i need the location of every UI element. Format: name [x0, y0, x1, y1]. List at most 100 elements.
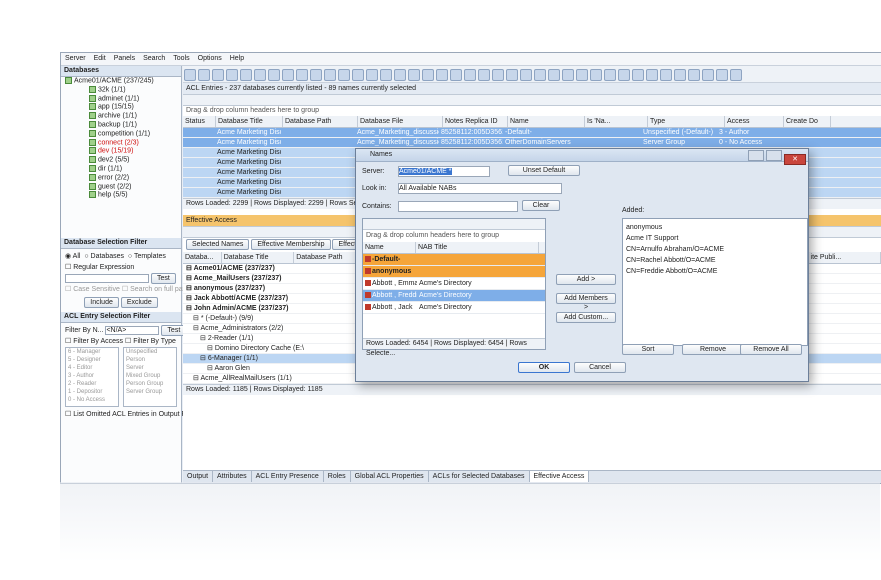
bottom-tab[interactable]: Roles	[324, 471, 351, 482]
tree-item[interactable]: backup (1/1)	[75, 120, 181, 130]
clear-button[interactable]: Clear	[522, 200, 560, 211]
name-row[interactable]: Abbott , Jack Acme's Directory	[363, 302, 545, 314]
regex-input[interactable]	[65, 273, 149, 283]
bottom-tab[interactable]: Effective Access	[529, 471, 590, 482]
added-list[interactable]: anonymous Acme IT Support CN=Arnulfo Abrah…	[622, 218, 808, 346]
expand-icon[interactable]: ⊟	[200, 355, 206, 362]
toolbar-button[interactable]	[618, 69, 630, 81]
column-header[interactable]: Database Title	[222, 252, 295, 263]
added-item[interactable]: CN=Freddie Abbott/O=ACME	[626, 266, 804, 277]
toolbar-button[interactable]	[646, 69, 658, 81]
access-list[interactable]: 6 - Manager 5 - Designer 4 - Editor 3 - Aut…	[65, 347, 119, 407]
tree-item[interactable]: competition (1/1)	[75, 129, 181, 139]
type-option[interactable]: Person	[126, 356, 176, 364]
toolbar-button[interactable]	[296, 69, 308, 81]
added-item[interactable]: CN=Rachel Abbott/O=ACME	[626, 255, 804, 266]
column-header[interactable]: Access	[725, 116, 784, 127]
bottom-tab[interactable]: Attributes	[213, 471, 252, 482]
toolbar-button[interactable]	[730, 69, 742, 81]
menu-panels[interactable]: Panels	[114, 55, 135, 62]
tree-item[interactable]: archive (1/1)	[75, 112, 181, 121]
toolbar-button[interactable]	[352, 69, 364, 81]
toolbar-button[interactable]	[674, 69, 686, 81]
server-select[interactable]: Acme01/ACME *	[398, 166, 490, 177]
name-row[interactable]: Abbott , Emma Acme's Directory	[363, 278, 545, 290]
menu-tools[interactable]: Tools	[173, 55, 189, 62]
toolbar-button[interactable]	[366, 69, 378, 81]
access-option[interactable]: 0 - No Access	[68, 396, 118, 404]
toolbar-button[interactable]	[450, 69, 462, 81]
tree-item[interactable]: error (2/2)	[75, 173, 181, 183]
checkbox-icon[interactable]	[89, 138, 96, 146]
name-row[interactable]: Abbott , Freddie Acme's Directory	[363, 290, 545, 302]
added-item[interactable]: anonymous	[626, 222, 804, 233]
expand-icon[interactable]: ⊟	[193, 375, 199, 382]
column-header[interactable]: Database Title	[216, 116, 283, 127]
access-option[interactable]: 6 - Manager	[68, 348, 118, 356]
access-option[interactable]: 1 - Depositor	[68, 388, 118, 396]
tree-item[interactable]: help (5/5)	[75, 191, 181, 200]
toolbar-button[interactable]	[394, 69, 406, 81]
column-header[interactable]: ite Publi...	[809, 252, 881, 263]
menu-server[interactable]: Server	[65, 55, 86, 62]
bottom-tab[interactable]: Output	[183, 471, 214, 482]
toolbar-button[interactable]	[254, 69, 266, 81]
menu-options[interactable]: Options	[198, 55, 222, 62]
expand-icon[interactable]: ⊟	[186, 265, 192, 272]
toolbar-button[interactable]	[240, 69, 252, 81]
access-option[interactable]: 2 - Reader	[68, 380, 118, 388]
name-row[interactable]: anonymous	[363, 266, 545, 278]
checkbox-icon[interactable]	[89, 173, 96, 181]
checkbox-icon[interactable]	[89, 182, 96, 190]
menu-help[interactable]: Help	[230, 55, 244, 62]
toolbar-button[interactable]	[324, 69, 336, 81]
access-option[interactable]: 5 - Designer	[68, 356, 118, 364]
tree-item[interactable]: connect (2/3)	[75, 138, 181, 148]
type-option[interactable]: Unspecified	[126, 348, 176, 356]
toolbar-button[interactable]	[590, 69, 602, 81]
toolbar-button[interactable]	[282, 69, 294, 81]
column-header[interactable]: Databa...	[183, 252, 222, 263]
toolbar-button[interactable]	[492, 69, 504, 81]
toolbar-button[interactable]	[310, 69, 322, 81]
column-header[interactable]: Is 'Na...	[585, 116, 648, 127]
added-item[interactable]: Acme IT Support	[626, 233, 804, 244]
full-path-checkbox[interactable]: ☐ Search on full path	[122, 286, 189, 293]
type-option[interactable]: Server	[126, 364, 176, 372]
toolbar-button[interactable]	[226, 69, 238, 81]
expand-icon[interactable]: ⊟	[200, 335, 206, 342]
tree-item[interactable]: 32k (1/1)	[75, 85, 181, 95]
access-option[interactable]: 4 - Editor	[68, 364, 118, 372]
expand-icon[interactable]: ⊟	[186, 295, 192, 302]
checkbox-icon[interactable]	[89, 103, 96, 111]
expand-icon[interactable]: ⊟	[193, 325, 199, 332]
column-header[interactable]: Name	[508, 116, 585, 127]
expand-icon[interactable]: ⊟	[186, 305, 192, 312]
bottom-tab[interactable]: ACL Entry Presence	[252, 471, 324, 482]
tree-item[interactable]: dev2 (5/5)	[75, 156, 181, 165]
column-header[interactable]: Database Path	[283, 116, 358, 127]
chip-effective-membership[interactable]: Effective Membership	[251, 239, 331, 250]
col-nab-title[interactable]: NAB Title	[416, 242, 539, 253]
toolbar-button[interactable]	[464, 69, 476, 81]
filter-by-type-checkbox[interactable]: ☐ Filter By Type	[125, 338, 176, 345]
expand-icon[interactable]: ⊟	[207, 365, 213, 372]
tree-item[interactable]: app (15/15)	[75, 103, 181, 112]
chip-selected-names[interactable]: Selected Names	[186, 239, 250, 250]
expand-icon[interactable]: ⊟	[186, 285, 192, 292]
tree-item[interactable]: guest (2/2)	[75, 182, 181, 192]
toolbar-button[interactable]	[198, 69, 210, 81]
toolbar-button[interactable]	[268, 69, 280, 81]
exclude-button[interactable]: Exclude	[120, 297, 158, 308]
toolbar-button[interactable]	[436, 69, 448, 81]
radio-all[interactable]: ◉ All	[65, 253, 80, 260]
toolbar-button[interactable]	[534, 69, 546, 81]
checkbox-icon[interactable]	[89, 191, 96, 199]
toolbar-button[interactable]	[604, 69, 616, 81]
type-option[interactable]: Server Group	[126, 388, 176, 396]
radio-templates[interactable]: ○ Templates	[128, 253, 166, 260]
tree-root[interactable]: Acme01/ACME (237/245)	[61, 77, 181, 86]
checkbox-icon[interactable]	[89, 156, 96, 164]
toolbar-button[interactable]	[660, 69, 672, 81]
regex-checkbox[interactable]: ☐ Regular Expression	[65, 264, 134, 271]
